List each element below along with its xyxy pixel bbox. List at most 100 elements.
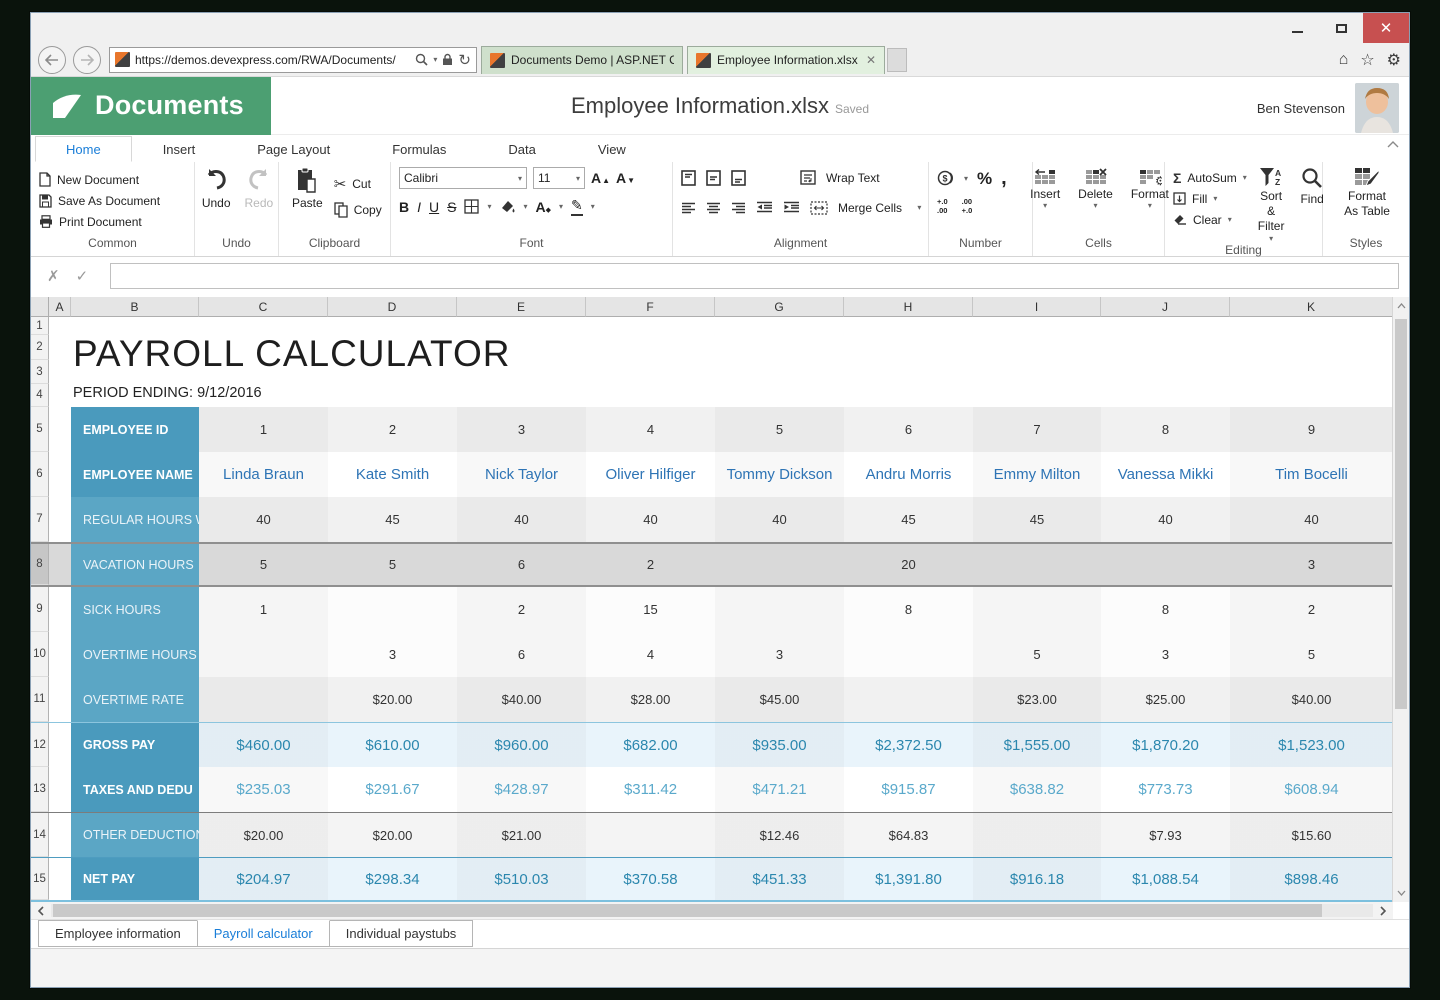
new-document-button[interactable]: New Document — [39, 169, 188, 190]
tab-close-icon[interactable]: ✕ — [866, 53, 876, 67]
cell-k10[interactable]: 5 — [1230, 632, 1393, 677]
back-button[interactable] — [38, 46, 66, 74]
row-number[interactable]: 13 — [31, 767, 49, 812]
new-tab-button[interactable] — [887, 48, 907, 72]
cell-h7[interactable]: 45 — [844, 497, 973, 542]
cell-c15[interactable]: $204.97 — [199, 858, 328, 900]
merge-cells-button[interactable]: Merge Cells ▾ — [838, 197, 921, 218]
column-header-I[interactable]: I — [973, 297, 1101, 317]
cut-button[interactable]: ✂ Cut — [334, 171, 382, 197]
cancel-entry-icon[interactable]: ✗ — [47, 267, 60, 285]
column-header-C[interactable]: C — [199, 297, 328, 317]
refresh-icon[interactable]: ↻ — [458, 51, 471, 69]
cell-e13[interactable]: $428.97 — [457, 767, 586, 812]
cell-f13[interactable]: $311.42 — [586, 767, 715, 812]
row-label-cell[interactable]: OVERTIME RATE — [71, 677, 199, 722]
empty-cells[interactable] — [49, 384, 1393, 407]
row-number[interactable]: 5 — [31, 407, 49, 452]
user-account[interactable]: Ben Stevenson — [1257, 83, 1399, 133]
row-label-cell[interactable]: REGULAR HOURS W — [71, 497, 199, 542]
cell-g10[interactable]: 3 — [715, 632, 844, 677]
percent-style-button[interactable]: % — [977, 169, 992, 189]
cell-k5[interactable]: 9 — [1230, 407, 1393, 452]
cell-i10[interactable]: 5 — [973, 632, 1101, 677]
cell-c5[interactable]: 1 — [199, 407, 328, 452]
cell-d7[interactable]: 45 — [328, 497, 457, 542]
ribbon-tab-data[interactable]: Data — [477, 136, 566, 162]
font-name-combobox[interactable]: Calibri▾ — [399, 167, 527, 189]
cell-j13[interactable]: $773.73 — [1101, 767, 1230, 812]
align-middle-icon[interactable] — [706, 170, 721, 186]
cell-a13[interactable] — [49, 767, 71, 812]
cell-h12[interactable]: $2,372.50 — [844, 723, 973, 767]
cell-e11[interactable]: $40.00 — [457, 677, 586, 722]
cell-g11[interactable]: $45.00 — [715, 677, 844, 722]
fill-button[interactable]: Fill ▾ — [1173, 188, 1247, 209]
cell-h11[interactable] — [844, 677, 973, 722]
cell-f8[interactable]: 2 — [586, 544, 715, 585]
cell-e6[interactable]: Nick Taylor — [457, 452, 586, 497]
row-number[interactable]: 11 — [31, 677, 49, 722]
increase-decimal-button[interactable]: +.0.00 — [937, 197, 948, 215]
accounting-format-icon[interactable]: $ — [937, 170, 955, 187]
empty-cells[interactable] — [49, 317, 1393, 335]
insert-cells-button[interactable]: Insert ▾ — [1025, 167, 1065, 236]
row-number[interactable]: 6 — [31, 452, 49, 497]
align-top-icon[interactable] — [681, 170, 696, 186]
cell-i7[interactable]: 45 — [973, 497, 1101, 542]
wrap-text-icon[interactable] — [800, 170, 816, 185]
browser-tab-employee-information[interactable]: Employee Information.xlsx ✕ — [687, 46, 885, 74]
sheet-tab-employee-information[interactable]: Employee information — [38, 920, 198, 947]
empty-cells[interactable] — [49, 360, 1393, 384]
autosum-button[interactable]: Σ AutoSum ▾ — [1173, 167, 1247, 188]
cell-c9[interactable]: 1 — [199, 587, 328, 632]
row-number[interactable]: 7 — [31, 497, 49, 542]
cell-a10[interactable] — [49, 632, 71, 677]
cell-d12[interactable]: $610.00 — [328, 723, 457, 767]
fill-color-button[interactable] — [500, 199, 516, 214]
shrink-font-button[interactable]: A▼ — [616, 170, 635, 186]
cell-c10[interactable] — [199, 632, 328, 677]
favorites-star-icon[interactable]: ☆ — [1360, 50, 1374, 70]
cell-j12[interactable]: $1,870.20 — [1101, 723, 1230, 767]
cell-a6[interactable] — [49, 452, 71, 497]
cell-j11[interactable]: $25.00 — [1101, 677, 1230, 722]
redo-button[interactable]: Redo — [240, 167, 279, 210]
merge-cells-icon[interactable] — [810, 201, 828, 215]
cell-e8[interactable]: 6 — [457, 544, 586, 585]
column-header-G[interactable]: G — [715, 297, 844, 317]
cell-j6[interactable]: Vanessa Mikki — [1101, 452, 1230, 497]
cell-e5[interactable]: 3 — [457, 407, 586, 452]
cell-i8[interactable] — [973, 544, 1101, 585]
undo-button[interactable]: Undo — [197, 167, 236, 210]
column-header-D[interactable]: D — [328, 297, 457, 317]
select-all-corner[interactable] — [31, 297, 49, 317]
cell-k12[interactable]: $1,523.00 — [1230, 723, 1393, 767]
cell-a8[interactable] — [49, 544, 71, 585]
italic-button[interactable]: I — [417, 199, 421, 215]
cell-k8[interactable]: 3 — [1230, 544, 1393, 585]
cell-i14[interactable] — [973, 813, 1101, 857]
scroll-left-icon[interactable] — [31, 902, 51, 919]
cell-d15[interactable]: $298.34 — [328, 858, 457, 900]
row-number[interactable]: 4 — [31, 384, 49, 407]
address-bar[interactable]: https://demos.devexpress.com/RWA/Documen… — [109, 47, 477, 73]
cell-c13[interactable]: $235.03 — [199, 767, 328, 812]
column-header-F[interactable]: F — [586, 297, 715, 317]
confirm-entry-icon[interactable]: ✓ — [76, 267, 89, 285]
cell-a15[interactable] — [49, 858, 71, 900]
cell-d5[interactable]: 2 — [328, 407, 457, 452]
strikethrough-button[interactable]: S — [447, 199, 456, 215]
cell-h15[interactable]: $1,391.80 — [844, 858, 973, 900]
cell-c6[interactable]: Linda Braun — [199, 452, 328, 497]
ribbon-tab-page-layout[interactable]: Page Layout — [226, 136, 361, 162]
cell-g14[interactable]: $12.46 — [715, 813, 844, 857]
cell-f11[interactable]: $28.00 — [586, 677, 715, 722]
cell-j5[interactable]: 8 — [1101, 407, 1230, 452]
cell-i11[interactable]: $23.00 — [973, 677, 1101, 722]
cell-k13[interactable]: $608.94 — [1230, 767, 1393, 812]
cell-i5[interactable]: 7 — [973, 407, 1101, 452]
empty-cells[interactable] — [49, 335, 1393, 360]
ribbon-tab-insert[interactable]: Insert — [132, 136, 227, 162]
font-size-combobox[interactable]: 11▾ — [533, 167, 585, 189]
